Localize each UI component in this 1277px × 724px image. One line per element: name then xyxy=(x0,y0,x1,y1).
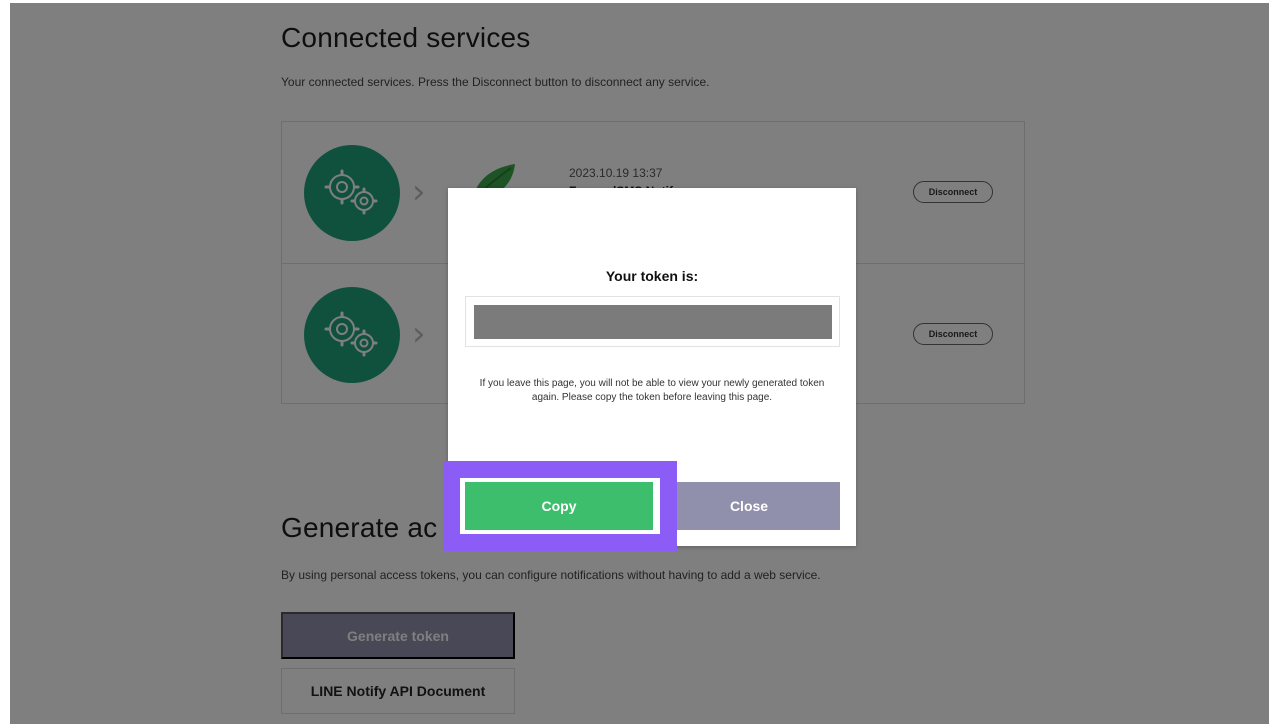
modal-warning-text: If you leave this page, you will not be … xyxy=(479,378,825,403)
token-redaction xyxy=(474,305,832,339)
close-button[interactable]: Close xyxy=(658,482,840,530)
page-edge xyxy=(1269,0,1277,724)
page-edge xyxy=(0,0,1277,3)
modal-title: Your token is: xyxy=(605,268,699,284)
copy-button-highlight-inner xyxy=(460,478,660,534)
token-field[interactable] xyxy=(465,296,840,347)
page-edge xyxy=(0,0,10,724)
